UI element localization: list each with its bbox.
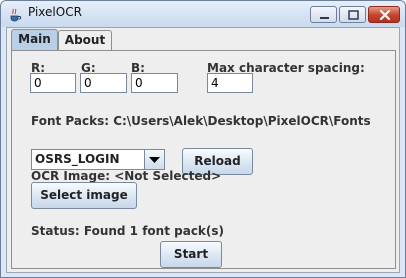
font-pack-selected: OSRS_LOGIN <box>35 152 120 166</box>
maximize-icon <box>348 10 359 20</box>
maximize-button[interactable] <box>339 6 366 23</box>
start-button[interactable]: Start <box>160 241 222 268</box>
b-input[interactable] <box>131 73 178 93</box>
close-icon <box>379 9 391 21</box>
max-spacing-input[interactable] <box>207 73 253 93</box>
ocr-image-label: OCR Image: <Not Selected> <box>31 169 222 183</box>
status-text: Status: Found 1 font pack(s) <box>31 224 225 238</box>
java-app-icon <box>7 6 23 22</box>
g-input[interactable] <box>80 73 127 93</box>
r-input[interactable] <box>30 73 76 93</box>
main-panel: R: G: B: Max character spacing: Font Pac… <box>11 50 396 269</box>
content-frame: Main About R: G: B: Max character spacin… <box>6 27 400 273</box>
font-pack-dropdown[interactable]: OSRS_LOGIN <box>31 149 165 170</box>
select-image-button[interactable]: Select image <box>31 182 137 209</box>
tab-main[interactable]: Main <box>11 29 58 50</box>
font-packs-label: Font Packs: C:\Users\Alek\Desktop\PixelO… <box>31 114 371 128</box>
application-window: PixelOCR Main About R: G: B: Max charact… <box>0 0 406 278</box>
minimize-button[interactable] <box>310 6 337 23</box>
window-title: PixelOCR <box>28 5 82 19</box>
tab-about[interactable]: About <box>58 30 112 50</box>
title-bar[interactable]: PixelOCR <box>1 1 405 27</box>
chevron-down-icon[interactable] <box>144 150 164 169</box>
close-button[interactable] <box>368 6 400 23</box>
minimize-icon <box>320 17 329 19</box>
